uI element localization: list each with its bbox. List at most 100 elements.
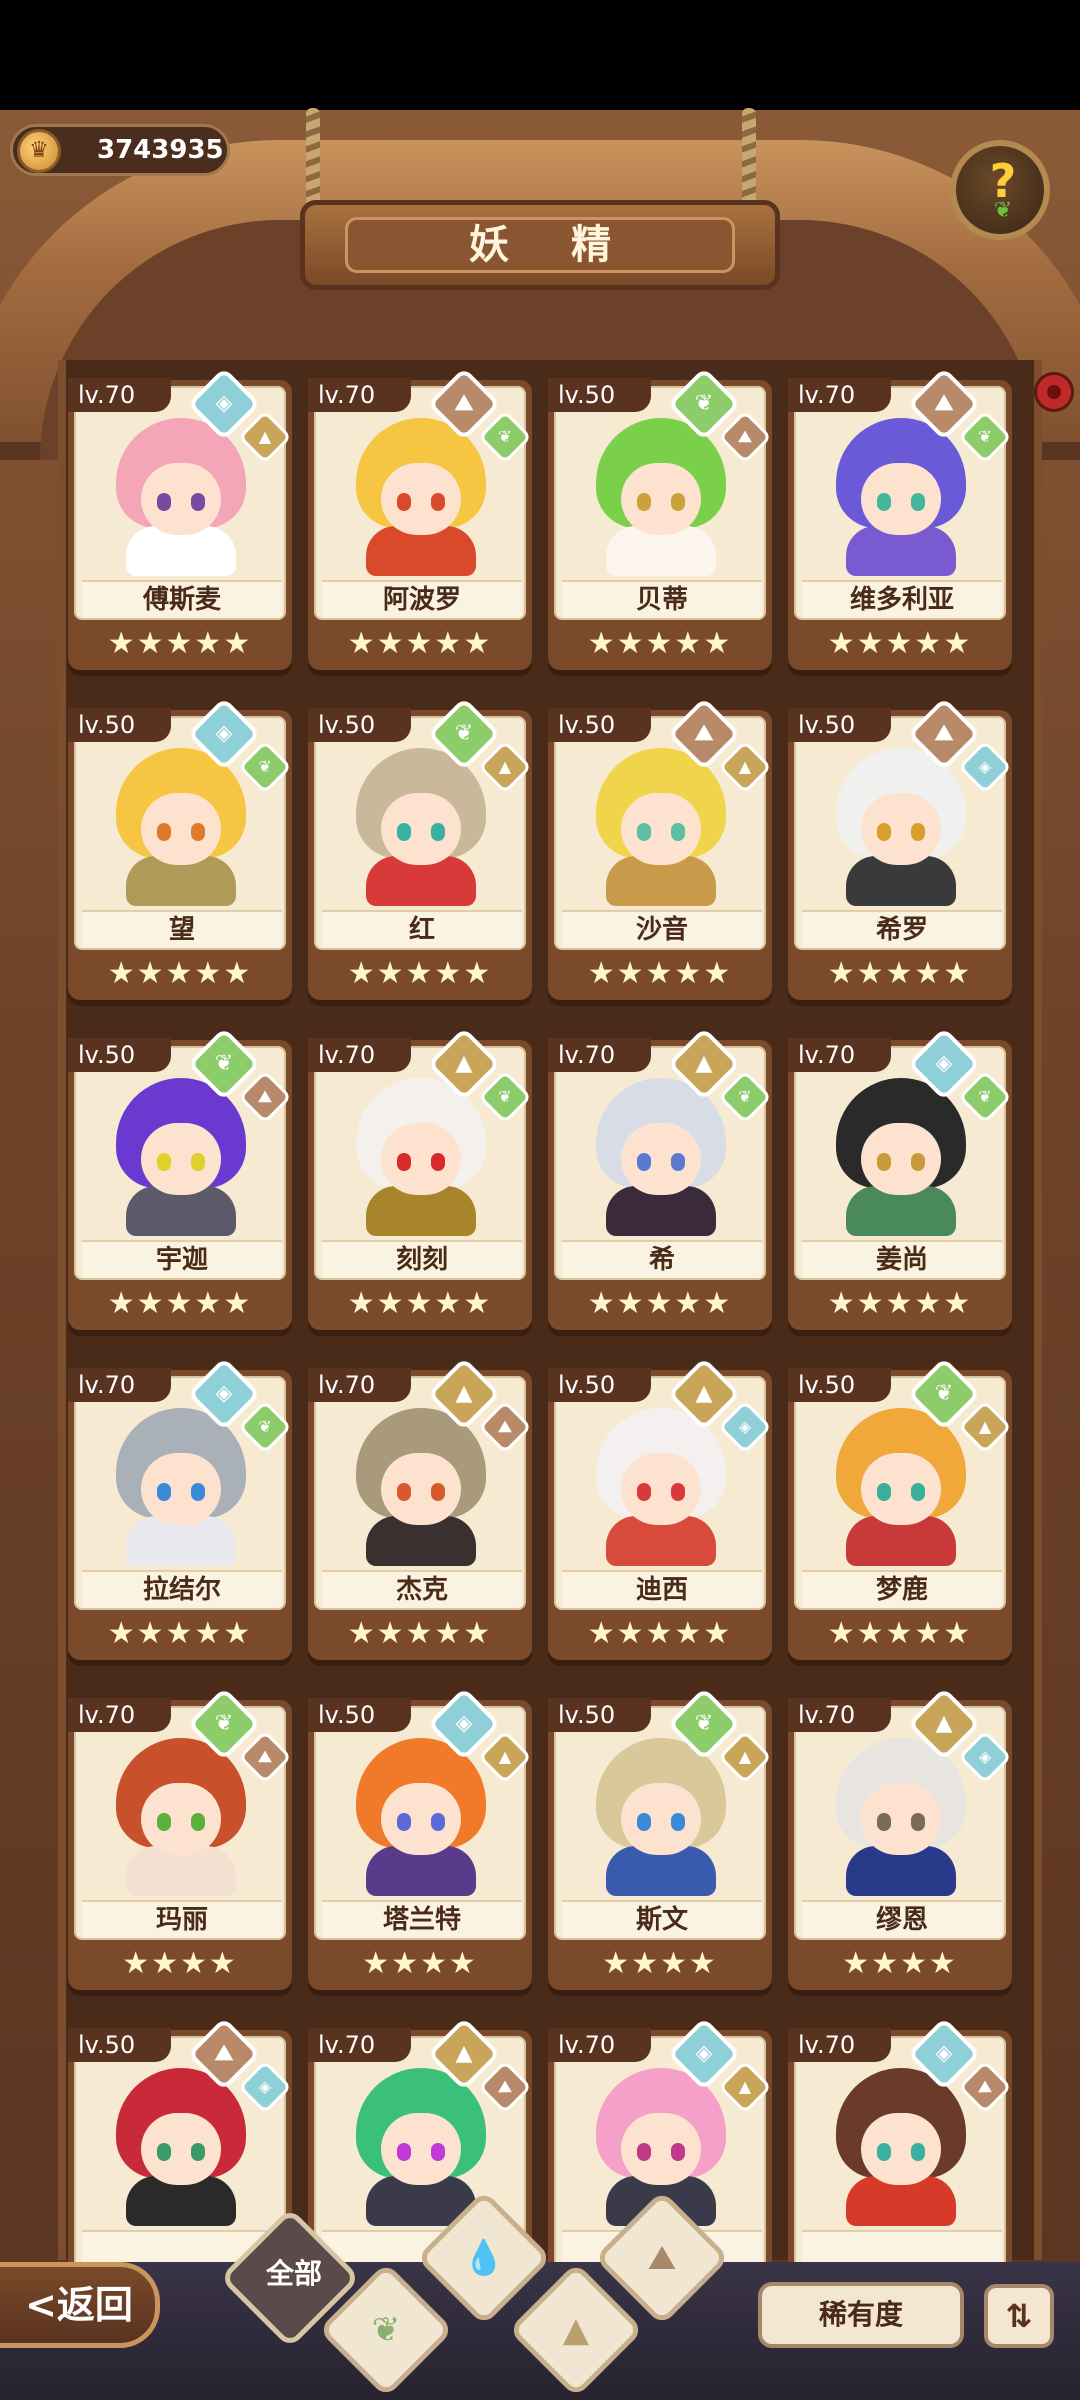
mountain-icon: ⛰: [934, 721, 954, 746]
name-ribbon: 维多利亚: [802, 580, 1002, 618]
help-button[interactable]: ? ❦: [950, 140, 1050, 240]
star-rating: ★★★★★: [827, 956, 973, 991]
fairy-card[interactable]: 贝蒂 lv.50 ❦ ⛰ ★★★★★: [544, 367, 776, 676]
fairy-portrait: [576, 1078, 746, 1236]
rarity-sort-button[interactable]: 稀有度: [758, 2282, 964, 2348]
fairy-card[interactable]: 斯文 lv.50 ❦ ▲ ★★★★: [544, 1687, 776, 1996]
fairy-portrait: [96, 2068, 266, 2226]
nature-icon: ❦: [258, 757, 272, 776]
star-rating: ★★★★: [122, 1946, 238, 1981]
earth-icon: ▲: [738, 1747, 752, 1766]
status-bar: [0, 0, 1080, 110]
star-rating: ★★★★★: [347, 1616, 493, 1651]
fairy-card[interactable]: 杰克 lv.70 ▲ ⛰ ★★★★★: [304, 1357, 536, 1666]
fairy-card[interactable]: 希 lv.70 ▲ ❦ ★★★★★: [544, 1027, 776, 1336]
portrait-face: [141, 2113, 221, 2185]
earth-icon: ▲: [695, 1051, 713, 1076]
fairy-card[interactable]: 塔兰特 lv.50 ◈ ▲ ★★★★: [304, 1687, 536, 1996]
level-badge: lv.70: [308, 1038, 412, 1072]
name-ribbon: 宇迦: [82, 1240, 282, 1278]
fairy-portrait: [96, 1738, 266, 1896]
star-rating: ★★★★★: [107, 626, 253, 661]
earth-icon: ▲: [498, 1747, 512, 1766]
ladybug-icon[interactable]: [1034, 372, 1074, 412]
fairy-portrait: [336, 418, 506, 576]
water-icon: ◈: [215, 1381, 233, 1406]
fairy-name: 斯文: [635, 1905, 688, 1935]
fairy-card[interactable]: 沙音 lv.50 ⛰ ▲ ★★★★★: [544, 697, 776, 1006]
fairy-card[interactable]: 望 lv.50 ◈ ❦ ★★★★★: [64, 697, 296, 1006]
portrait-face: [621, 2113, 701, 2185]
name-ribbon: 玛丽: [82, 1900, 282, 1938]
portrait-face: [621, 793, 701, 865]
fairy-card[interactable]: 姜尚 lv.70 ◈ ❦ ★★★★★: [784, 1027, 1016, 1336]
fairy-card[interactable]: 缪恩 lv.70 ▲ ◈ ★★★★: [784, 1687, 1016, 1996]
star-rating: ★★★★: [602, 1946, 718, 1981]
name-ribbon: 红: [322, 910, 522, 948]
water-icon: ◈: [215, 721, 233, 746]
portrait-face: [861, 793, 941, 865]
earth-icon: ▲: [455, 1381, 473, 1406]
fairy-card[interactable]: 刻刻 lv.70 ▲ ❦ ★★★★★: [304, 1027, 536, 1336]
portrait-eye: [877, 2143, 891, 2161]
portrait-eye: [397, 1483, 411, 1501]
fairy-card[interactable]: 宇迦 lv.50 ❦ ⛰ ★★★★★: [64, 1027, 296, 1336]
name-ribbon: 沙音: [562, 910, 762, 948]
fairy-portrait: [576, 418, 746, 576]
fairy-name: 贝蒂: [635, 585, 688, 615]
portrait-eye: [637, 1813, 651, 1831]
star-rating: ★★★★: [842, 1946, 958, 1981]
nature-icon: ❦: [258, 1417, 272, 1436]
portrait-eye: [877, 823, 891, 841]
water-icon: ◈: [258, 2077, 272, 2096]
fairy-card[interactable]: 阿波罗 lv.70 ⛰ ❦ ★★★★★: [304, 367, 536, 676]
fairy-card[interactable]: 维多利亚 lv.70 ⛰ ❦ ★★★★★: [784, 367, 1016, 676]
name-ribbon: 望: [82, 910, 282, 948]
nature-icon: ❦: [214, 1051, 234, 1076]
portrait-eye: [431, 1813, 445, 1831]
portrait-eye: [877, 493, 891, 511]
water-icon: ◈: [215, 391, 233, 416]
portrait-eye: [911, 493, 925, 511]
portrait-eye: [191, 2143, 205, 2161]
portrait-face: [381, 1123, 461, 1195]
name-ribbon: 希: [562, 1240, 762, 1278]
water-icon: ◈: [935, 1051, 953, 1076]
back-button[interactable]: <返回: [0, 2262, 160, 2348]
nature-icon: ❦: [934, 1381, 954, 1406]
fairy-name: 红: [408, 915, 435, 945]
fairy-card[interactable]: 梦鹿 lv.50 ❦ ▲ ★★★★★: [784, 1357, 1016, 1666]
fairy-card[interactable]: 玛丽 lv.70 ❦ ⛰ ★★★★: [64, 1687, 296, 1996]
portrait-eye: [397, 1153, 411, 1171]
fairy-name: 杰克: [395, 1575, 448, 1605]
name-ribbon: 傅斯麦: [82, 580, 282, 618]
portrait-face: [621, 463, 701, 535]
portrait-eye: [671, 1483, 685, 1501]
fairy-card[interactable]: 拉结尔 lv.70 ◈ ❦ ★★★★★: [64, 1357, 296, 1666]
portrait-eye: [877, 1483, 891, 1501]
portrait-eye: [911, 1483, 925, 1501]
earth-icon: ▲: [258, 427, 272, 446]
portrait-eye: [637, 1483, 651, 1501]
fairy-card[interactable]: 迪西 lv.50 ▲ ◈ ★★★★★: [544, 1357, 776, 1666]
star-rating: ★★★★★: [587, 626, 733, 661]
mountain-icon: ⛰: [258, 1747, 272, 1766]
fairy-name: 维多利亚: [849, 585, 954, 615]
star-rating: ★★★★★: [827, 1616, 973, 1651]
portrait-eye: [397, 823, 411, 841]
fairy-card[interactable]: 红 lv.50 ❦ ▲ ★★★★★: [304, 697, 536, 1006]
fairy-name: 姜尚: [875, 1245, 928, 1275]
portrait-eye: [431, 2143, 445, 2161]
fairy-name: 拉结尔: [142, 1575, 221, 1605]
fairy-card[interactable]: 希罗 lv.50 ⛰ ◈ ★★★★★: [784, 697, 1016, 1006]
water-icon: ◈: [738, 1417, 752, 1436]
portrait-eye: [911, 2143, 925, 2161]
portrait-eye: [671, 1813, 685, 1831]
level-badge: lv.50: [68, 1038, 172, 1072]
mountain-icon: ⛰: [498, 1417, 512, 1436]
sort-order-button[interactable]: ⇅: [984, 2284, 1054, 2348]
fairy-card[interactable]: 傅斯麦 lv.70 ◈ ▲ ★★★★★: [64, 367, 296, 676]
level-badge: lv.70: [308, 2028, 412, 2062]
name-ribbon: 刻刻: [322, 1240, 522, 1278]
fairy-name: 阿波罗: [382, 585, 461, 615]
